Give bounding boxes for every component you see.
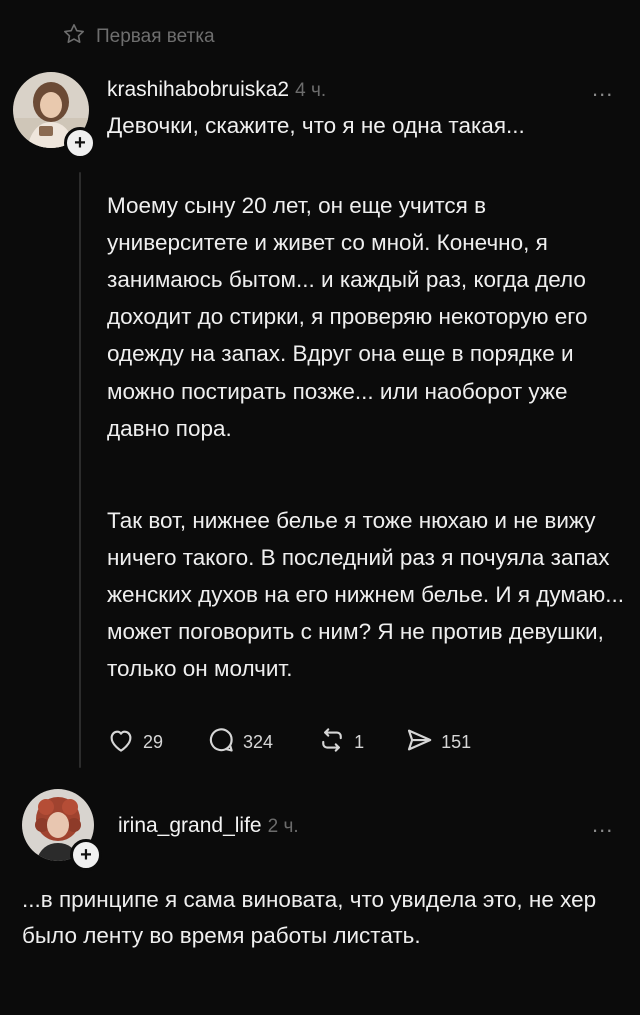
heart-icon [106, 725, 136, 760]
reply-text: ...в принципе я сама виновата, что увиде… [22, 887, 597, 948]
reply-more-options-icon[interactable]: ... [592, 812, 613, 838]
like-count: 29 [143, 731, 164, 752]
post-paragraph-2: Так вот, нижнее белье я тоже нюхаю и не … [107, 507, 624, 682]
share-count: 151 [441, 731, 472, 752]
comment-button[interactable]: 324 [206, 725, 273, 760]
post-username[interactable]: krashihabobruiska2 [107, 78, 289, 101]
post-paragraph-1: Моему сыну 20 лет, он еще учится в униве… [107, 192, 588, 441]
repost-count: 1 [354, 731, 365, 752]
repost-icon [317, 725, 347, 760]
thread-line [79, 172, 81, 768]
reply-author[interactable]: irina_grand_life 2 ч. [118, 814, 299, 838]
post-title: Девочки, скажите, что я не одна такая... [107, 113, 525, 138]
share-button[interactable]: 151 [404, 725, 471, 760]
repost-button[interactable]: 1 [317, 725, 364, 760]
comment-icon [206, 725, 236, 760]
reply-username[interactable]: irina_grand_life [118, 814, 262, 837]
thread-label-text: Первая ветка [96, 26, 215, 47]
reply-follow-plus-icon[interactable]: + [70, 839, 102, 871]
follow-plus-icon[interactable]: + [64, 127, 96, 159]
send-icon [404, 725, 434, 760]
post-time: 4 ч. [295, 80, 327, 101]
post-actions: 29 324 1 151 [106, 724, 471, 760]
star-icon [62, 22, 86, 52]
more-options-icon[interactable]: ... [592, 76, 613, 102]
thread-label[interactable]: Первая ветка [62, 22, 215, 52]
reply-time: 2 ч. [267, 816, 299, 837]
post-author[interactable]: krashihabobruiska2 4 ч. [107, 78, 326, 102]
like-button[interactable]: 29 [106, 725, 163, 760]
comment-count: 324 [243, 731, 274, 752]
